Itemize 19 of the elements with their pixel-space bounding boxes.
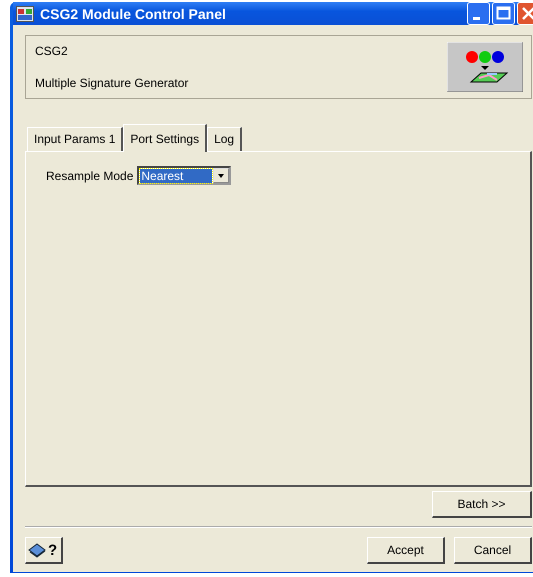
module-description: Multiple Signature Generator: [35, 76, 188, 90]
window-title: CSG2 Module Control Panel: [40, 6, 226, 22]
help-button[interactable]: ?: [25, 537, 63, 564]
tab[interactable]: Log: [207, 127, 242, 151]
field-label: Resample Mode: [46, 168, 134, 182]
tab[interactable]: Input Params 1: [27, 127, 124, 151]
maximize-button[interactable]: [492, 2, 515, 25]
module-icon: [447, 42, 523, 92]
dialog-button[interactable]: Cancel: [454, 537, 532, 564]
batch-button[interactable]: Batch >>: [432, 491, 532, 518]
module-name: CSG2: [35, 44, 69, 58]
app-icon: [16, 6, 34, 22]
tab[interactable]: Port Settings: [123, 124, 208, 152]
book-icon: [28, 542, 48, 558]
caret-icon: [217, 174, 226, 178]
resample-mode-dropdown[interactable]: Nearest: [137, 166, 232, 185]
minimize-icon: [473, 17, 480, 20]
dialog-button[interactable]: Accept: [367, 537, 445, 564]
minimize-button[interactable]: [467, 2, 490, 25]
